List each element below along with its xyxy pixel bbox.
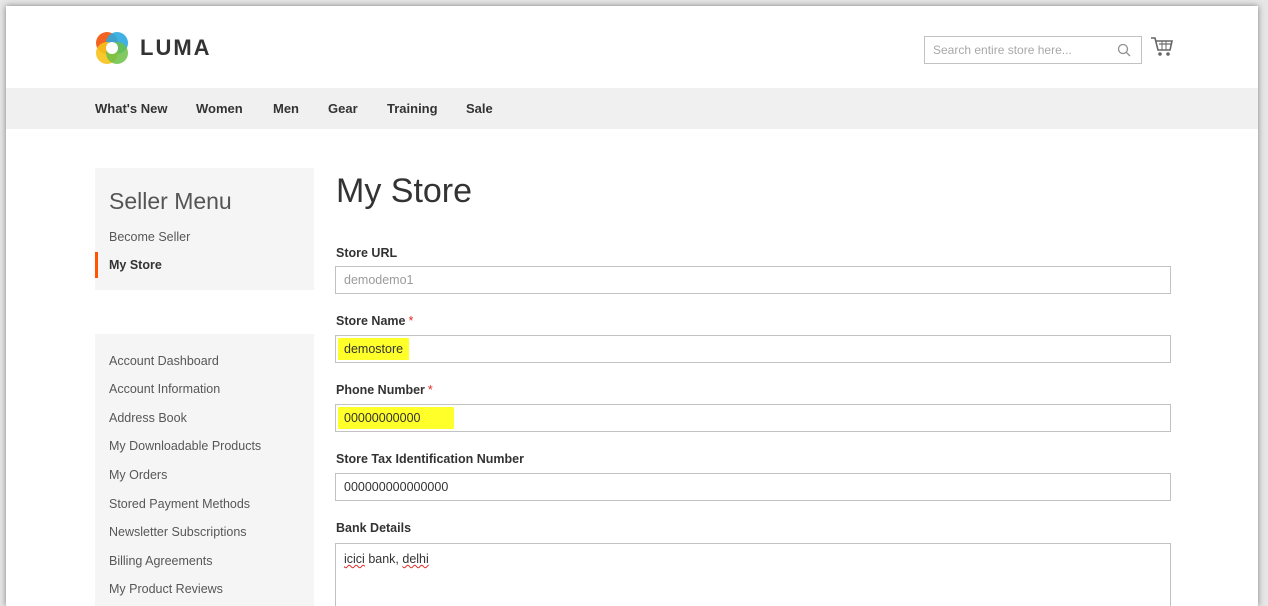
sidebar-item-become-seller[interactable]: Become Seller [109, 230, 190, 244]
site-header: LUMA [6, 6, 1258, 88]
store-name-label-text: Store Name [336, 314, 406, 328]
search-icon[interactable] [1117, 43, 1131, 57]
sidebar-item-address-book[interactable]: Address Book [109, 411, 187, 425]
logo[interactable]: LUMA [94, 30, 212, 66]
brand-name: LUMA [140, 35, 212, 60]
luma-logo-icon [96, 32, 128, 64]
phone-label: Phone Number * [336, 383, 433, 397]
phone-field[interactable]: 00000000000 [335, 404, 1171, 432]
bank-value-part2: bank, [364, 552, 403, 566]
required-marker: * [408, 314, 414, 328]
nav-item-training[interactable]: Training [387, 101, 438, 116]
tax-id-label: Store Tax Identification Number [336, 452, 524, 466]
bank-value-part3: delhi [402, 552, 429, 566]
active-indicator [95, 252, 98, 278]
sidebar-item-stored-payment-methods[interactable]: Stored Payment Methods [109, 497, 250, 511]
nav-item-men[interactable]: Men [273, 101, 299, 116]
sidebar-item-newsletter-subscriptions[interactable]: Newsletter Subscriptions [109, 525, 247, 539]
sidebar-item-billing-agreements[interactable]: Billing Agreements [109, 554, 213, 568]
store-name-field[interactable]: demostore [335, 335, 1171, 363]
store-url-value: demodemo1 [344, 273, 414, 287]
account-menu: Account Dashboard Account Information Ad… [95, 334, 314, 606]
phone-label-text: Phone Number [336, 383, 425, 397]
store-name-label: Store Name * [336, 314, 413, 328]
sidebar-item-account-dashboard[interactable]: Account Dashboard [109, 354, 219, 368]
page-title: My Store [336, 172, 473, 210]
nav-item-women[interactable]: Women [196, 101, 243, 116]
sidebar-item-my-orders[interactable]: My Orders [109, 468, 167, 482]
bank-value-part1: icici [344, 552, 365, 566]
sidebar-item-account-information[interactable]: Account Information [109, 382, 220, 396]
phone-value: 00000000000 [338, 407, 455, 429]
store-url-field[interactable]: demodemo1 [335, 266, 1171, 294]
seller-menu-title: Seller Menu [109, 188, 232, 214]
tax-id-field[interactable]: 000000000000000 [335, 473, 1171, 501]
sidebar-item-downloadable-products[interactable]: My Downloadable Products [109, 439, 261, 453]
nav-item-whats-new[interactable]: What's New [95, 101, 167, 116]
store-name-value: demostore [338, 338, 410, 360]
nav-item-sale[interactable]: Sale [466, 101, 493, 116]
seller-menu: Seller Menu Become Seller My Store [95, 168, 314, 290]
store-url-label: Store URL [336, 246, 398, 260]
required-marker: * [427, 383, 433, 397]
cart-icon[interactable] [1150, 36, 1174, 58]
sidebar-item-product-reviews[interactable]: My Product Reviews [109, 582, 223, 596]
browser-page: LUMA What's New Women Men Gear Training … [6, 6, 1258, 606]
tax-id-value: 000000000000000 [344, 480, 449, 494]
bank-details-textarea[interactable]: icici bank, delhi [335, 543, 1171, 606]
nav-item-gear[interactable]: Gear [328, 101, 358, 116]
search-box [924, 36, 1142, 64]
bank-details-label: Bank Details [336, 521, 412, 535]
sidebar-item-my-store[interactable]: My Store [109, 258, 162, 272]
main-nav: What's New Women Men Gear Training Sale [6, 88, 1258, 129]
search-input[interactable] [925, 37, 1113, 63]
